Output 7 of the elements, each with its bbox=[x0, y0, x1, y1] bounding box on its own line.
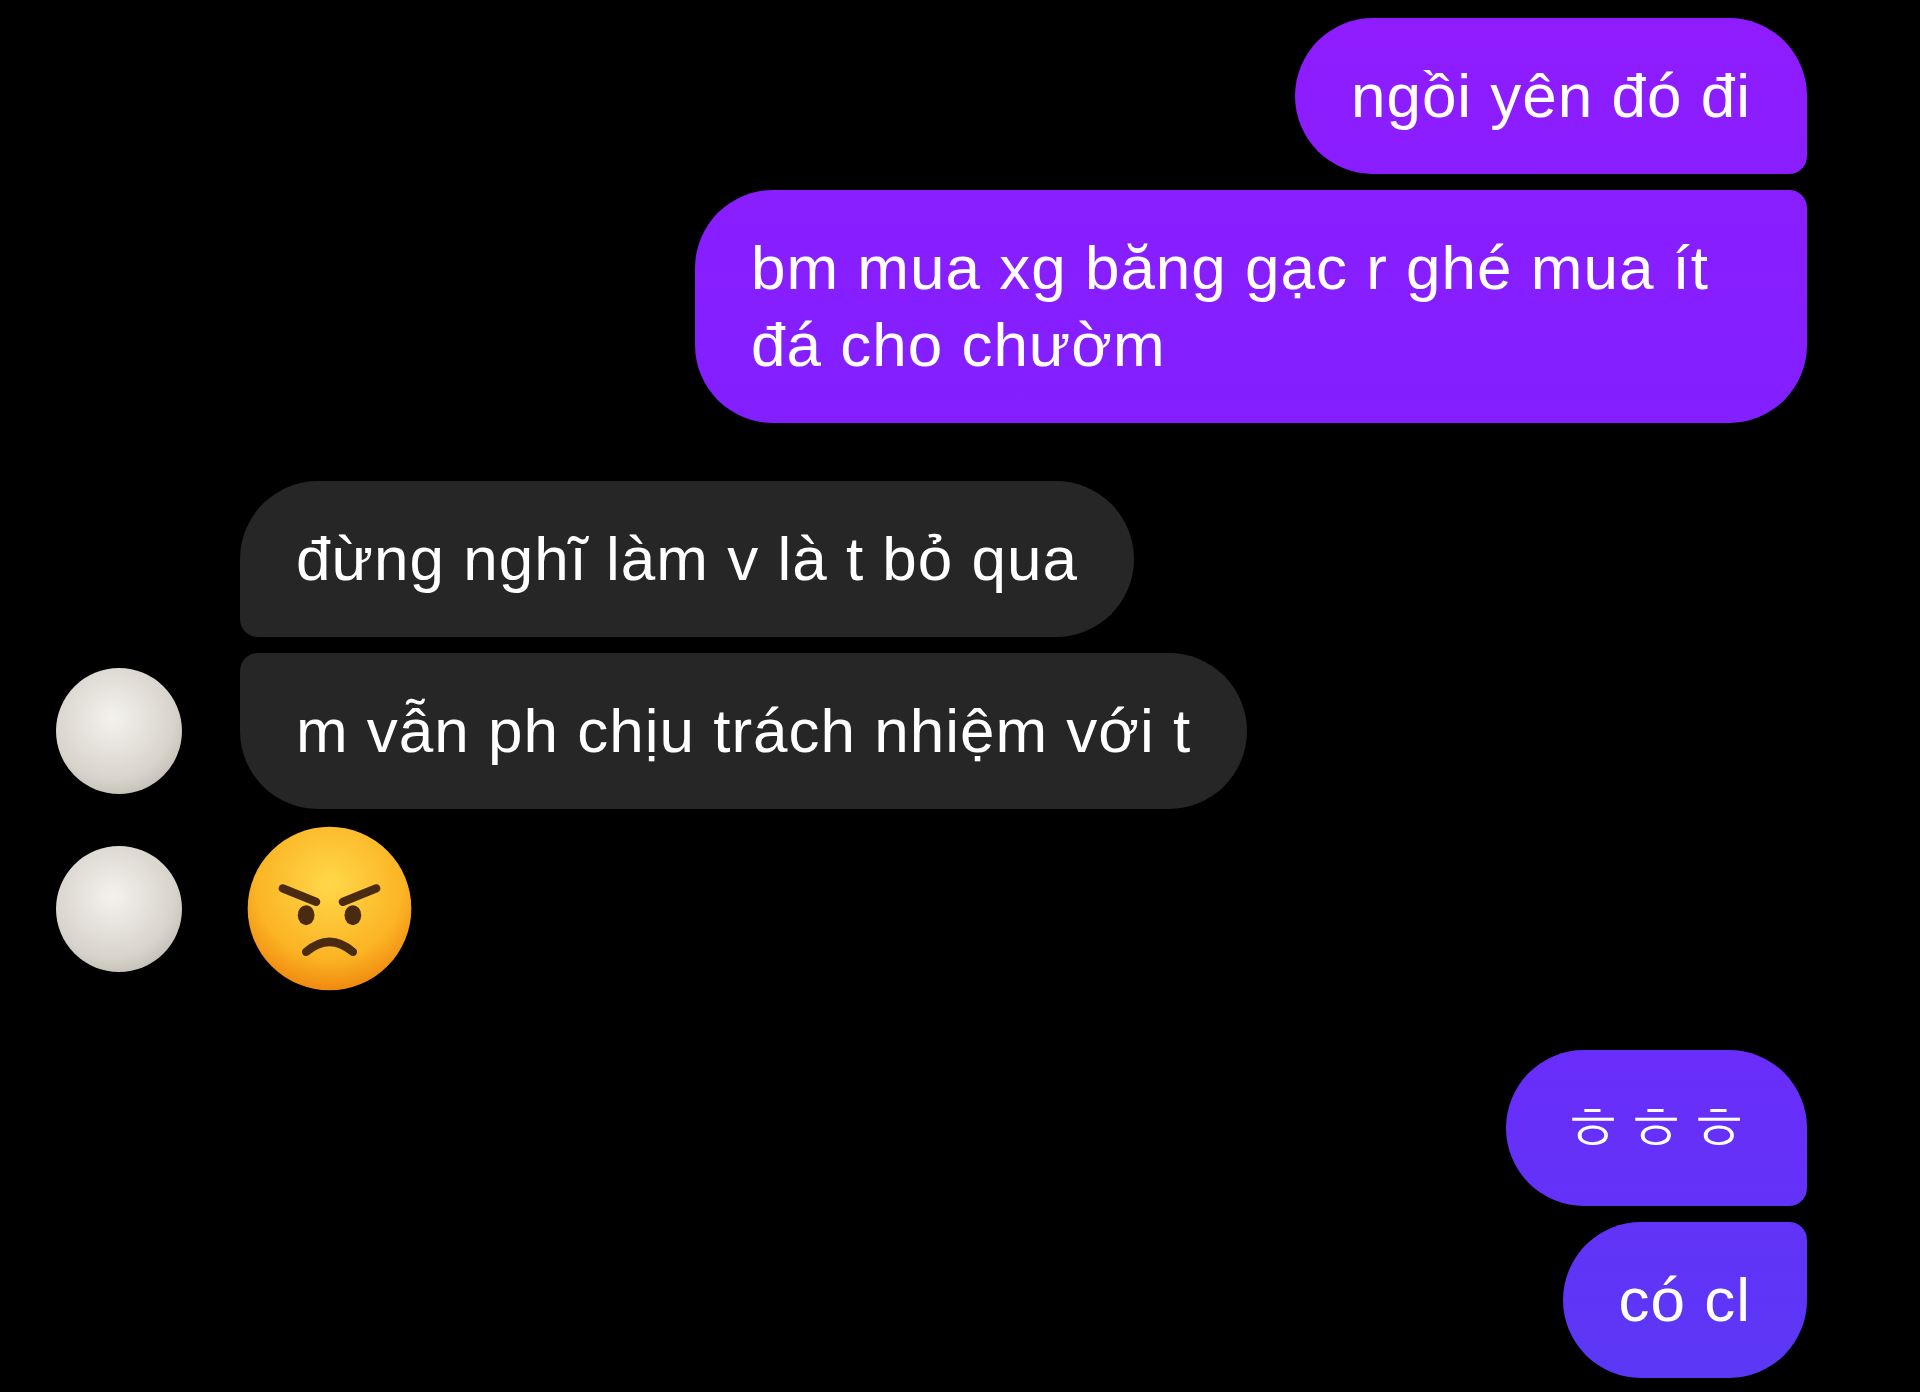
angry-face-icon bbox=[246, 825, 413, 992]
received-message: đừng nghĩ làm v là t bỏ qua bbox=[240, 481, 1134, 637]
sent-message: bm mua xg băng gạc r ghé mua ít đá cho chườm bbox=[695, 190, 1807, 423]
sent-message: ngồi yên đó đi bbox=[1294, 18, 1807, 174]
sent-message: ㅎㅎㅎ bbox=[1506, 1050, 1807, 1206]
sent-message: có cl bbox=[1562, 1222, 1807, 1378]
received-message: m vẫn ph chịu trách nhiệm với t bbox=[240, 653, 1248, 809]
